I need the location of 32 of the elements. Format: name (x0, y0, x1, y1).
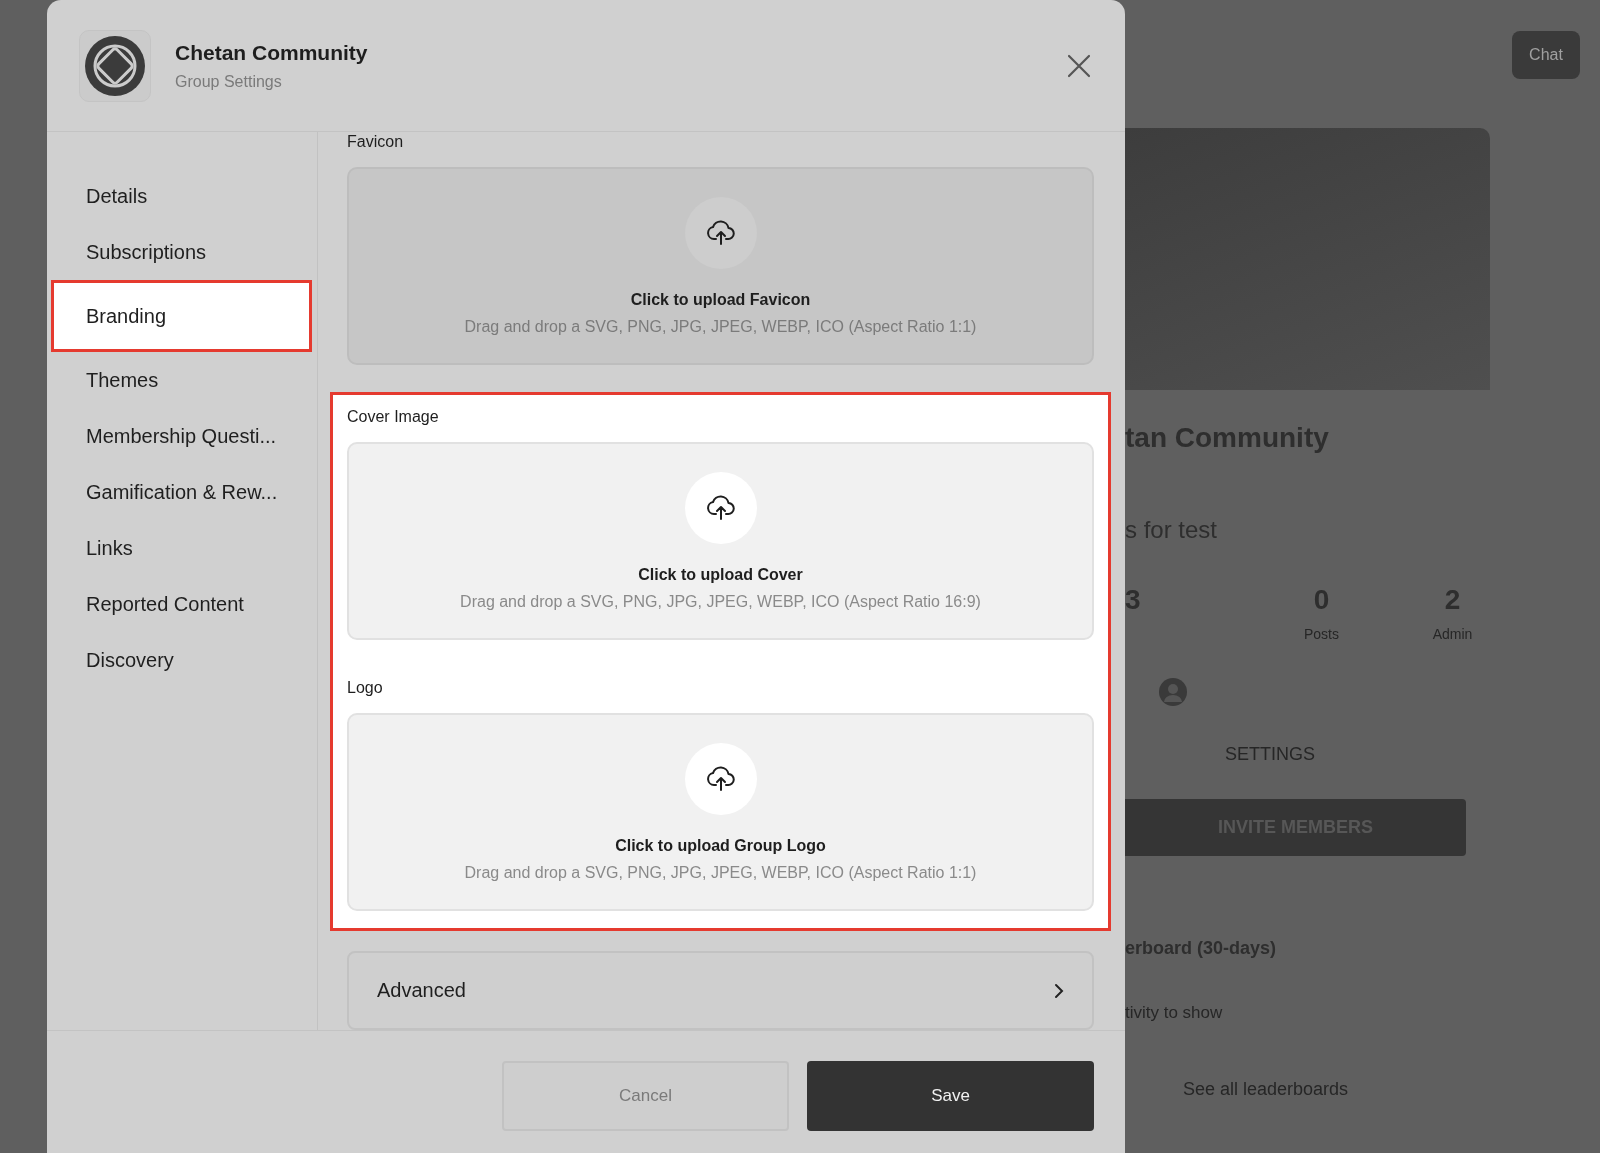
upload-dropzone[interactable]: Click to upload Favicon Drag and drop a SVG, PNG, JPG, JPEG, WEBP, ICO (Aspect Ratio 1:1) (347, 167, 1094, 365)
chat-button[interactable]: Chat (1512, 31, 1580, 79)
sidebar-item[interactable]: Themes (47, 352, 317, 408)
upload-dropzone[interactable]: Click to upload Group Logo Drag and drop a SVG, PNG, JPG, JPEG, WEBP, ICO (Aspect Ratio 1:1) (347, 713, 1094, 911)
upload-hint: Drag and drop a SVG, PNG, JPG, JPEG, WEBP, ICO (Aspect Ratio 16:9) (460, 593, 981, 611)
upload-hint: Drag and drop a SVG, PNG, JPG, JPEG, WEBP, ICO (Aspect Ratio 1:1) (464, 864, 977, 882)
upload-title: Click to upload Group Logo (615, 837, 826, 855)
advanced-row[interactable]: Advanced (347, 951, 1094, 1030)
upload-title: Click to upload Cover (638, 566, 803, 584)
upload-dropzone[interactable]: Click to upload Cover Drag and drop a SVG, PNG, JPG, JPEG, WEBP, ICO (Aspect Ratio 16:9) (347, 442, 1094, 640)
sidebar-item[interactable]: Reported Content (47, 576, 317, 632)
sidebar-item[interactable]: Gamification & Rew... (47, 464, 317, 520)
sidebar-item[interactable]: Links (47, 520, 317, 576)
sidebar-item[interactable]: Details (47, 168, 317, 224)
avatar-icon (1159, 678, 1187, 706)
save-button[interactable]: Save (807, 1061, 1094, 1131)
section-label: Logo (347, 678, 384, 698)
stat-label: Posts (1304, 626, 1339, 642)
upload-hint: Drag and drop a SVG, PNG, JPG, JPEG, WEBP, ICO (Aspect Ratio 1:1) (464, 318, 977, 336)
group-logo-icon (79, 29, 151, 102)
empty-message: tivity to show (1125, 1003, 1224, 1023)
section-label: Favicon (347, 132, 405, 152)
upload-title: Click to upload Favicon (630, 291, 811, 309)
sidebar-item[interactable]: Subscriptions (47, 224, 317, 280)
sidebar-item[interactable]: Branding (51, 280, 312, 352)
group-title: Chetan Community (175, 40, 369, 65)
section-label: Cover Image (347, 407, 440, 427)
stat-label: Admin (1432, 626, 1473, 642)
sidebar-item[interactable]: Membership Questi... (47, 408, 317, 464)
sidebar-item[interactable]: Discovery (47, 632, 317, 688)
group-subtitle: Group Settings (175, 72, 283, 91)
chevron-icon (1054, 982, 1064, 999)
